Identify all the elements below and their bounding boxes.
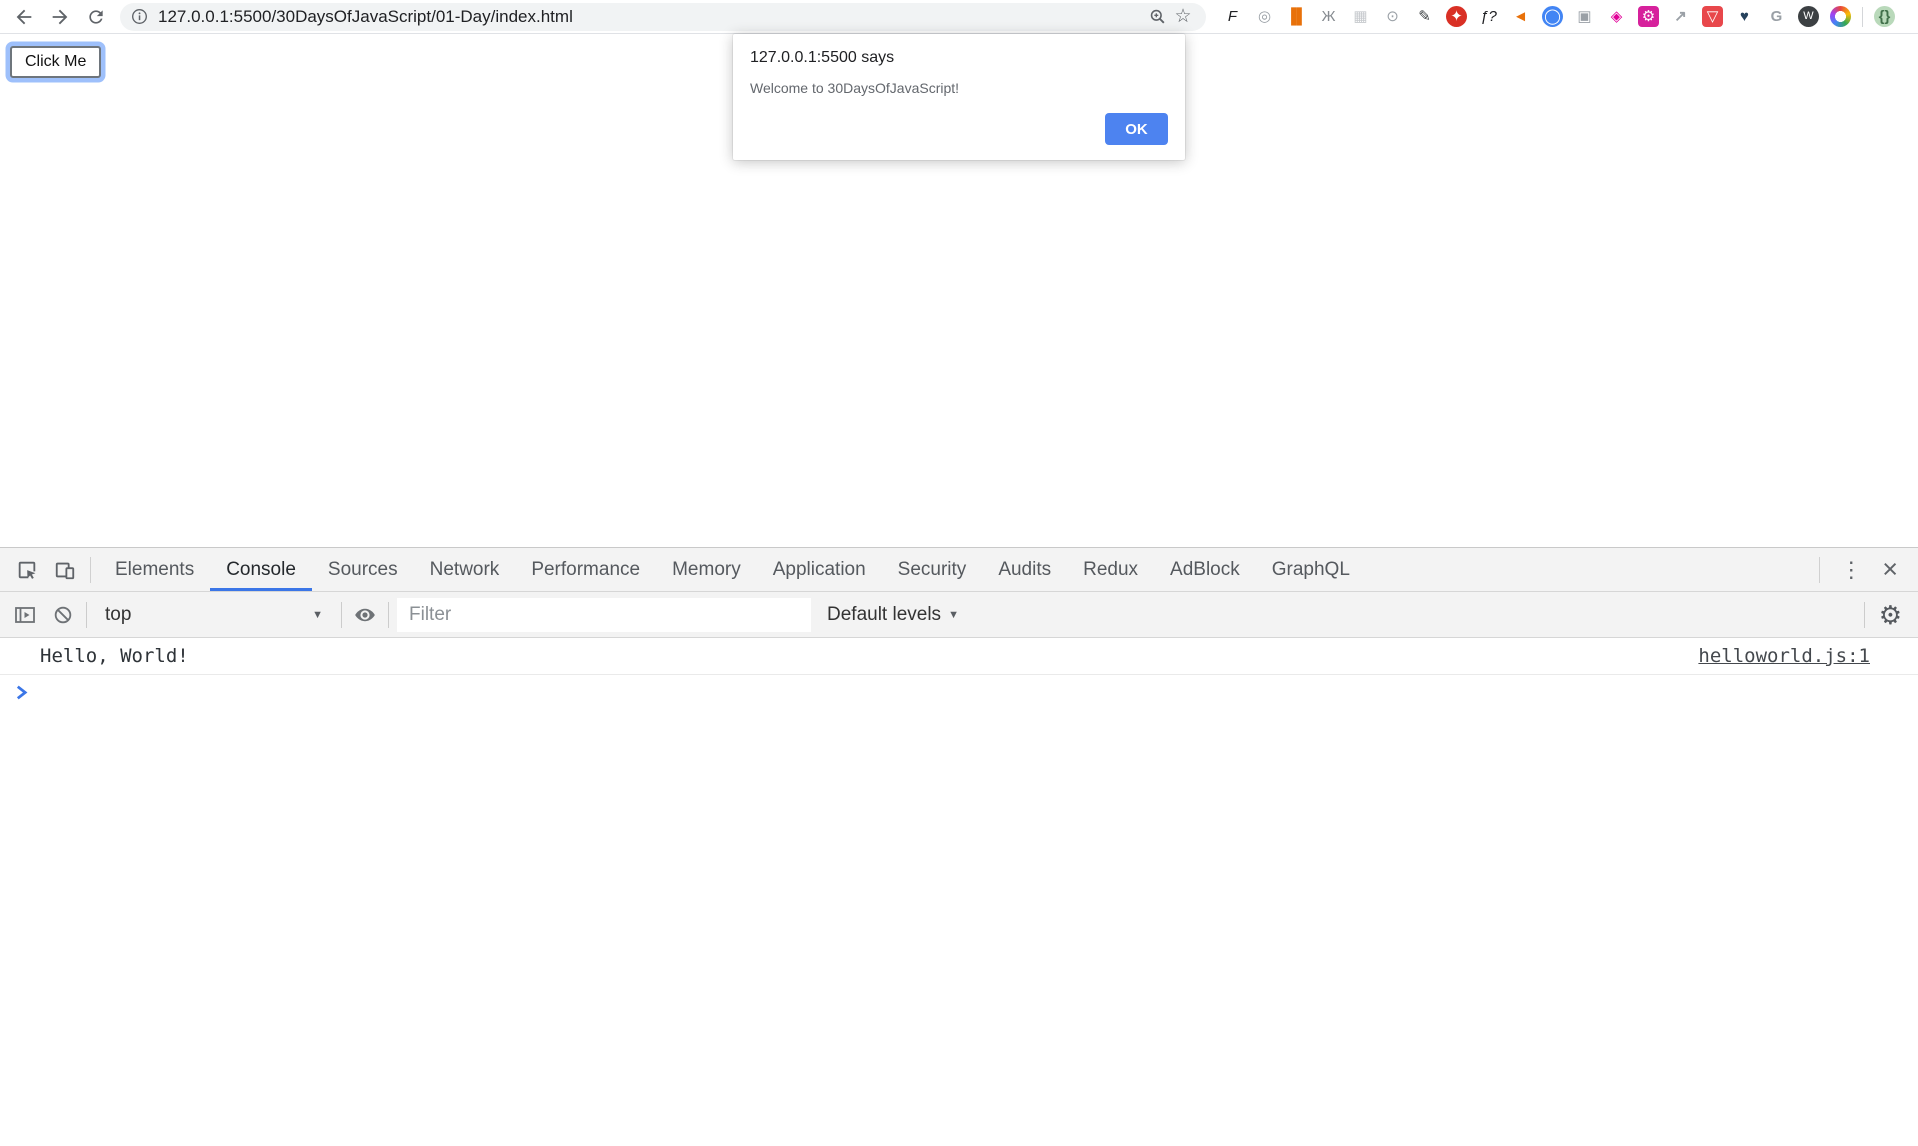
address-bar[interactable]: 127.0.0.1:5500/30DaysOfJavaScript/01-Day…	[120, 3, 1206, 31]
font-capture-extension-icon[interactable]: F	[1222, 6, 1243, 27]
tab-application[interactable]: Application	[757, 548, 882, 591]
devtools-menu-button[interactable]: ⋮	[1828, 557, 1874, 583]
device-toolbar-icon	[54, 559, 76, 581]
eye-icon	[353, 603, 377, 627]
execution-context-selector[interactable]: top ▼	[95, 599, 333, 631]
log-levels-label: Default levels	[827, 604, 941, 626]
magnifier-zoom-icon	[1148, 7, 1167, 26]
grid-extension-icon[interactable]: ▦	[1350, 6, 1371, 27]
reader-panels-extension-icon[interactable]: ▐▌	[1286, 6, 1307, 27]
blue-swirl-extension-icon[interactable]: ◯	[1542, 6, 1563, 27]
tab-audits[interactable]: Audits	[982, 548, 1067, 591]
console-prompt[interactable]	[0, 675, 1918, 701]
chevron-down-icon: ▼	[312, 609, 323, 621]
tab-elements[interactable]: Elements	[99, 548, 210, 591]
eyedropper-extension-icon[interactable]: ✎	[1414, 6, 1435, 27]
arrows-extension-icon[interactable]: ↗	[1670, 6, 1691, 27]
clear-console-button[interactable]	[48, 600, 78, 630]
browser-toolbar: 127.0.0.1:5500/30DaysOfJavaScript/01-Day…	[0, 0, 1918, 34]
log-levels-dropdown[interactable]: Default levels ▼	[827, 604, 959, 626]
rainbow-ring-extension-icon[interactable]	[1830, 6, 1851, 27]
bookmark-star-icon[interactable]: ☆	[1170, 4, 1196, 30]
reload-button[interactable]	[82, 3, 110, 31]
console-log-text: Hello, World!	[40, 645, 189, 667]
ok-button[interactable]: OK	[1105, 113, 1168, 145]
megaphone-extension-icon[interactable]: ◄	[1510, 6, 1531, 27]
w-circle-extension-icon[interactable]: W	[1798, 6, 1819, 27]
stop-hand-extension-icon[interactable]: ✦	[1446, 6, 1467, 27]
tab-graphql[interactable]: GraphQL	[1256, 548, 1366, 591]
divider	[1862, 7, 1863, 27]
camera-extension-icon[interactable]: ▣	[1574, 6, 1595, 27]
json-viewer-extension-icon[interactable]: {}	[1874, 6, 1895, 27]
divider	[86, 602, 87, 628]
console-sidebar-icon	[13, 603, 37, 627]
page-content: Click Me 127.0.0.1:5500 says Welcome to …	[0, 34, 1918, 547]
divider	[90, 557, 91, 583]
tab-sources[interactable]: Sources	[312, 548, 414, 591]
browser-menu-button[interactable]: ⋮	[1907, 4, 1918, 29]
console-sidebar-toggle-button[interactable]	[10, 600, 40, 630]
console-messages: Hello, World! helloworld.js:1	[0, 638, 1918, 701]
g-ring-extension-icon[interactable]: G	[1766, 6, 1787, 27]
orbit-extension-icon[interactable]: ◎	[1254, 6, 1275, 27]
inspect-element-button[interactable]	[12, 555, 42, 585]
pink-gear-extension-icon[interactable]: ⚙	[1638, 6, 1659, 27]
info-icon[interactable]	[130, 7, 149, 26]
console-log-row: Hello, World! helloworld.js:1	[0, 638, 1918, 675]
divider	[1819, 557, 1820, 583]
divider	[1864, 602, 1865, 628]
tab-security[interactable]: Security	[882, 548, 983, 591]
console-settings-gear-icon[interactable]: ⚙	[1873, 602, 1908, 628]
forward-arrow-icon	[49, 6, 71, 28]
divider	[341, 602, 342, 628]
url-text[interactable]: 127.0.0.1:5500/30DaysOfJavaScript/01-Day…	[158, 7, 573, 27]
function-help-extension-icon[interactable]: ƒ?	[1478, 6, 1499, 27]
tab-redux[interactable]: Redux	[1067, 548, 1154, 591]
zoom-button[interactable]	[1144, 4, 1170, 30]
devtools-tabbar-right: ⋮ ×	[1809, 556, 1918, 583]
heart-search-extension-icon[interactable]: ♥	[1734, 6, 1755, 27]
chevron-down-icon: ▼	[948, 609, 959, 621]
live-expression-button[interactable]	[350, 600, 380, 630]
tab-memory[interactable]: Memory	[656, 548, 757, 591]
bug-extension-icon[interactable]: Ж	[1318, 6, 1339, 27]
back-button[interactable]	[10, 3, 38, 31]
source-location-link[interactable]: helloworld.js:1	[1698, 645, 1870, 667]
console-toolbar: top ▼ Default levels ▼ ⚙	[0, 592, 1918, 638]
tab-adblock[interactable]: AdBlock	[1154, 548, 1256, 591]
alert-actions: OK	[750, 113, 1168, 145]
console-filter-input[interactable]	[397, 598, 811, 632]
reload-icon	[86, 7, 106, 27]
tab-console[interactable]: Console	[210, 548, 312, 591]
clear-console-icon	[52, 604, 74, 626]
graphql-extension-icon[interactable]: ◈	[1606, 6, 1627, 27]
devtools-tabs: ElementsConsoleSourcesNetworkPerformance…	[99, 548, 1366, 591]
execution-context-label: top	[105, 604, 131, 626]
device-toolbar-button[interactable]	[50, 555, 80, 585]
click-me-button[interactable]: Click Me	[10, 46, 101, 78]
alert-dialog: 127.0.0.1:5500 says Welcome to 30DaysOfJ…	[733, 34, 1185, 160]
inspect-cursor-icon	[16, 559, 38, 581]
extensions-area: F ◎ ▐▌ Ж ▦ ⊙ ✎ ✦ ƒ? ◄ ◯ ▣ ◈ ⚙ ↗ ▽ ♥ GW {}	[1222, 6, 1895, 27]
dash-circle-extension-icon[interactable]: ⊙	[1382, 6, 1403, 27]
prompt-chevron-icon	[13, 684, 30, 701]
divider	[388, 602, 389, 628]
devtools-panel: ElementsConsoleSourcesNetworkPerformance…	[0, 547, 1918, 1146]
pocket-extension-icon[interactable]: ▽	[1702, 6, 1723, 27]
forward-button[interactable]	[46, 3, 74, 31]
back-arrow-icon	[13, 6, 35, 28]
devtools-tab-bar: ElementsConsoleSourcesNetworkPerformance…	[0, 548, 1918, 592]
alert-message: Welcome to 30DaysOfJavaScript!	[750, 80, 1168, 96]
tab-performance[interactable]: Performance	[515, 548, 656, 591]
alert-title: 127.0.0.1:5500 says	[750, 49, 1168, 67]
devtools-close-button[interactable]: ×	[1874, 556, 1906, 583]
tab-network[interactable]: Network	[414, 548, 516, 591]
